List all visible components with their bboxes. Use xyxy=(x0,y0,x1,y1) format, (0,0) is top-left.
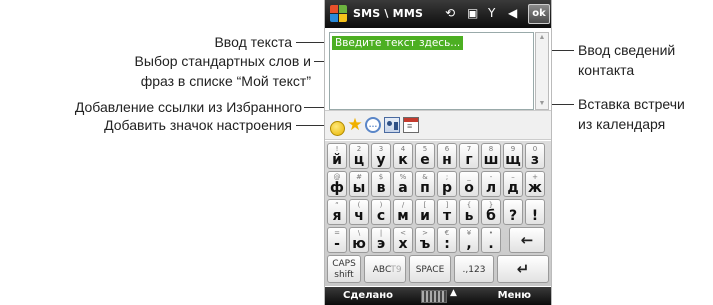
key[interactable]: {ь xyxy=(459,199,479,225)
scroll-down-icon[interactable]: ▼ xyxy=(538,100,546,108)
key[interactable]: | э xyxy=(371,227,391,253)
title-bar: SMS \ MMS ⟲ ▣ Y ◀ ok xyxy=(325,0,551,28)
space-key[interactable]: SPACE xyxy=(409,255,451,283)
backspace-key[interactable]: ← xyxy=(509,227,545,253)
volume-icon[interactable]: ◀ xyxy=(508,6,517,20)
key[interactable]: 0з xyxy=(525,143,545,169)
key[interactable]: $ в xyxy=(371,171,391,197)
numbers-key[interactable]: .,123 xyxy=(454,255,494,283)
key[interactable]: 9щ xyxy=(503,143,523,169)
calendar-icon[interactable] xyxy=(403,117,419,133)
key[interactable]: + ж xyxy=(525,171,545,197)
key[interactable]: 6н xyxy=(437,143,457,169)
key[interactable]: < х xyxy=(393,227,413,253)
annotation-standard-words-1: Выбор стандартных слов и xyxy=(134,53,311,69)
key[interactable]: (ч xyxy=(349,199,369,225)
abc-t9-key[interactable]: ABC T9 xyxy=(364,255,406,283)
key[interactable]: •. xyxy=(481,227,501,253)
annotation-favorites: Добавление ссылки из Избранного xyxy=(74,99,302,115)
on-screen-keyboard: ! й 2ц 3у 4к 5е 6н 7г 8ш 9щ 0з @ ф # ы $ в %… xyxy=(325,141,551,286)
key[interactable]: ] т xyxy=(437,199,457,225)
backspace-icon: ← xyxy=(520,231,534,249)
key[interactable]: ¥, xyxy=(459,227,479,253)
annotation-standard-words-2: фраз в списке “Мой текст” xyxy=(140,73,311,89)
key[interactable]: ; р xyxy=(437,171,457,197)
contact-card-icon[interactable] xyxy=(384,117,400,133)
key[interactable]: -л xyxy=(481,171,501,197)
key[interactable]: % а xyxy=(393,171,413,197)
message-placeholder: Введите текст здесь... xyxy=(332,36,464,50)
key[interactable]: = - xyxy=(327,227,347,253)
scroll-up-icon[interactable]: ▲ xyxy=(538,34,546,42)
key[interactable]: > ъ xyxy=(415,227,435,253)
caps-shift-key[interactable]: CAPS shift xyxy=(327,255,361,283)
key[interactable]: / м xyxy=(393,199,413,225)
battery-icon[interactable]: ▣ xyxy=(467,6,478,20)
key[interactable]: ? xyxy=(503,199,523,225)
key[interactable]: \ ю xyxy=(349,227,369,253)
annotation-contact-2: контакта xyxy=(578,62,635,78)
text-bubble-icon[interactable]: … xyxy=(365,117,381,133)
key[interactable]: # ы xyxy=(349,171,369,197)
signal-icon[interactable]: Y xyxy=(488,6,495,20)
key[interactable]: @ ф xyxy=(327,171,347,197)
annotation-calendar-1: Вставка встречи xyxy=(578,96,685,112)
insert-toolbar: ★ … xyxy=(325,110,551,140)
key[interactable]: 5е xyxy=(415,143,435,169)
softkey-bar: Сделано ▲ Меню xyxy=(325,287,551,305)
key[interactable]: €: xyxy=(437,227,457,253)
key[interactable]: 3у xyxy=(371,143,391,169)
key[interactable]: “я xyxy=(327,199,347,225)
star-icon[interactable]: ★ xyxy=(347,116,363,133)
key[interactable]: _ о xyxy=(459,171,479,197)
message-text-area[interactable]: Введите текст здесь... xyxy=(329,32,534,110)
app-title: SMS \ MMS xyxy=(353,7,424,20)
phone-status-icon[interactable]: ⟲ xyxy=(445,6,455,20)
key[interactable]: 8ш xyxy=(481,143,501,169)
key[interactable]: ) с xyxy=(371,199,391,225)
key[interactable]: } б xyxy=(481,199,501,225)
input-selector-icon[interactable] xyxy=(421,290,447,303)
windows-start-icon[interactable] xyxy=(330,5,348,23)
annotation-mood-icon: Добавить значок настроения xyxy=(104,117,292,133)
annotation-text-input: Ввод текста xyxy=(214,34,292,50)
key[interactable]: 7г xyxy=(459,143,479,169)
softkey-menu[interactable]: Меню xyxy=(498,290,531,301)
key[interactable]: & п xyxy=(415,171,435,197)
key[interactable]: – д xyxy=(503,171,523,197)
phone-screen: SMS \ MMS ⟲ ▣ Y ◀ ok Введите текст здесь… xyxy=(324,0,552,305)
key[interactable]: ! й xyxy=(327,143,347,169)
input-selector-arrow-icon[interactable]: ▲ xyxy=(450,288,457,298)
annotation-calendar-2: из календаря xyxy=(578,116,666,132)
softkey-done[interactable]: Сделано xyxy=(343,290,393,301)
smiley-icon[interactable] xyxy=(330,121,345,136)
key[interactable]: [и xyxy=(415,199,435,225)
enter-icon: ↵ xyxy=(516,260,530,278)
vertical-scrollbar[interactable]: ▲ ▼ xyxy=(535,32,549,110)
ok-button[interactable]: ok xyxy=(528,4,550,24)
key[interactable]: 2ц xyxy=(349,143,369,169)
key[interactable]: 4к xyxy=(393,143,413,169)
annotation-contact-1: Ввод сведений xyxy=(578,42,676,58)
enter-key[interactable]: ↵ xyxy=(497,255,549,283)
key[interactable]: ! xyxy=(525,199,545,225)
